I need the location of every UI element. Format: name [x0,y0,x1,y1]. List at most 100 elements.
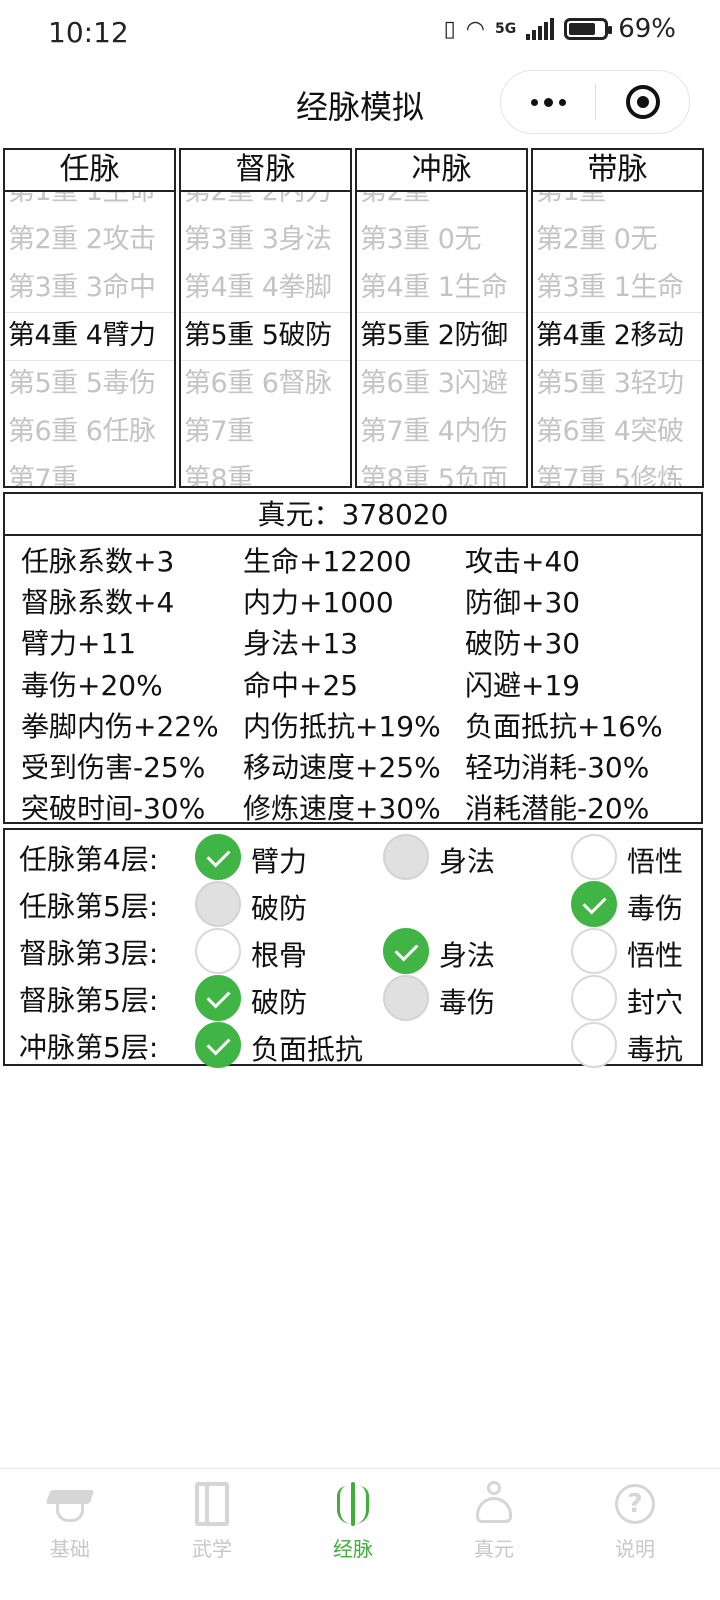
picker-option[interactable]: 第8重 [184,456,350,486]
option-row-label: 任脉第5层: [19,890,159,923]
stat-value: 臂力+11 [21,627,137,661]
picker-option[interactable]: 第7重 [8,456,174,486]
tab-label: 武学 [192,1537,232,1561]
picker-option[interactable]: 第6重 6任脉 [8,408,174,456]
picker-option[interactable]: 第4重 1生命 [360,264,526,312]
bottom-tabbar: 基础 武学 经脉 真元 ? 说明 [0,1468,720,1600]
option-label[interactable]: 毒伤 [627,887,683,927]
radio-checked-icon[interactable] [195,1022,241,1068]
radio-button[interactable] [571,928,617,974]
stat-value: 闪避+19 [465,668,581,702]
radio-button[interactable] [195,881,241,927]
picker-header: 冲脉 [357,150,526,192]
option-label[interactable]: 身法 [439,840,495,880]
stat-value: 督脉系数+4 [21,586,175,620]
picker-column[interactable]: 第1重第2重 0无第3重 1生命第4重 2移动第5重 3轻功第6重 4突破第7重… [533,192,702,486]
picker-option[interactable]: 第3重 3命中 [8,264,174,312]
option-label[interactable]: 臂力 [251,840,307,880]
stat-value: 防御+30 [465,586,581,620]
battery-icon [564,18,613,40]
picker-option[interactable]: 第1重 1生命 [8,192,174,216]
more-button[interactable] [501,71,595,133]
close-mini-program-button[interactable] [596,71,689,133]
picker-option[interactable]: 第2重 0无 [536,216,702,264]
option-label[interactable]: 封穴 [627,981,683,1021]
picker-selection-line [181,312,350,313]
picker-option[interactable]: 第4重 4拳脚 [184,264,350,312]
mini-program-capsule [500,70,690,134]
option-row-label: 冲脉第5层: [19,1031,159,1064]
option-label[interactable]: 毒伤 [439,981,495,1021]
picker-option[interactable]: 第3重 1生命 [536,264,702,312]
picker-option[interactable]: 第1重 [536,192,702,216]
options-panel: 任脉第4层: 臂力 身法 悟性 任脉第5层: 破防 毒伤 督脉第3层: 根骨 身法 悟性 督脉第5层:… [3,828,703,1068]
nav-bar: 经脉模拟 [0,66,720,138]
picker-option[interactable]: 第3重 0无 [360,216,526,264]
option-label[interactable]: 悟性 [627,840,683,880]
picker-option[interactable]: 第6重 3闪避 [360,360,526,408]
picker-column[interactable]: 第2重第3重 0无第4重 1生命第5重 2防御第6重 3闪避第7重 4内伤第8重… [357,192,526,486]
battery-text: 69% [618,14,676,44]
option-label[interactable]: 破防 [251,981,307,1021]
picker-selection-line [181,360,350,361]
meditation-icon [444,1479,544,1529]
radio-checked-icon[interactable] [383,928,429,974]
picker-3[interactable]: 冲脉第2重第3重 0无第4重 1生命第5重 2防御第6重 3闪避第7重 4内伤第… [355,148,528,488]
option-label[interactable]: 根骨 [251,934,307,974]
radio-checked-icon[interactable] [571,881,617,927]
picker-option[interactable]: 第2重 2攻击 [8,216,174,264]
picker-option[interactable]: 第2重 2内力 [184,192,350,216]
picker-option[interactable]: 第4重 2移动 [536,312,702,360]
picker-selection-line [533,312,702,313]
option-row-label: 督脉第5层: [19,984,159,1017]
stat-value: 生命+12200 [243,545,412,578]
radio-button[interactable] [195,928,241,974]
radio-button[interactable] [571,1022,617,1068]
picker-column[interactable]: 第2重 2内力第3重 3身法第4重 4拳脚第5重 5破防第6重 6督脉第7重第8… [181,192,350,486]
status-time: 10:12 [48,16,129,49]
radio-button[interactable] [571,834,617,880]
option-label[interactable]: 身法 [439,934,495,974]
picker-option[interactable]: 第8重 5负面 [360,456,526,486]
tab-4[interactable]: ? 说明 [585,1479,685,1562]
stat-value: 修炼速度+30% [243,792,441,826]
tab-1[interactable]: 武学 [162,1479,262,1562]
picker-selection-line [357,360,526,361]
picker-header: 督脉 [181,150,350,192]
stat-value: 突破时间-30% [21,792,206,826]
picker-4[interactable]: 带脉第1重第2重 0无第3重 1生命第4重 2移动第5重 3轻功第6重 4突破第… [531,148,704,488]
picker-2[interactable]: 督脉第2重 2内力第3重 3身法第4重 4拳脚第5重 5破防第6重 6督脉第7重… [179,148,352,488]
picker-option[interactable]: 第5重 3轻功 [536,360,702,408]
option-label[interactable]: 悟性 [627,934,683,974]
picker-column[interactable]: 第1重 1生命第2重 2攻击第3重 3命中第4重 4臂力第5重 5毒伤第6重 6… [5,192,174,486]
option-label[interactable]: 破防 [251,887,307,927]
tab-0[interactable]: 基础 [20,1479,120,1562]
stat-value: 受到伤害-25% [21,751,206,784]
picker-option[interactable]: 第4重 4臂力 [8,312,174,360]
wifi-icon: ◠ [465,16,485,42]
radio-checked-icon[interactable] [195,834,241,880]
picker-option[interactable]: 第7重 5修炼 [536,456,702,486]
radio-button[interactable] [383,975,429,1021]
picker-option[interactable]: 第6重 6督脉 [184,360,350,408]
picker-option[interactable]: 第7重 4内伤 [360,408,526,456]
stat-value: 内伤抵抗+19% [243,709,441,743]
picker-option[interactable]: 第7重 [184,408,350,456]
tab-3[interactable]: 真元 [444,1479,544,1562]
picker-option[interactable]: 第5重 2防御 [360,312,526,360]
picker-option[interactable]: 第6重 4突破 [536,408,702,456]
tab-2[interactable]: 经脉 [303,1479,403,1562]
option-label[interactable]: 负面抵抗 [251,1028,363,1068]
picker-option[interactable]: 第3重 3身法 [184,216,350,264]
picker-1[interactable]: 任脉第1重 1生命第2重 2攻击第3重 3命中第4重 4臂力第5重 5毒伤第6重… [3,148,176,488]
radio-button[interactable] [571,975,617,1021]
option-label[interactable]: 毒抗 [627,1028,683,1068]
picker-selection-line [5,312,174,313]
option-row-label: 任脉第4层: [19,843,159,876]
picker-option[interactable]: 第5重 5破防 [184,312,350,360]
picker-option[interactable]: 第2重 [360,192,526,216]
picker-option[interactable]: 第5重 5毒伤 [8,360,174,408]
radio-checked-icon[interactable] [195,975,241,1021]
stat-value: 攻击+40 [465,545,581,578]
radio-button[interactable] [383,834,429,880]
